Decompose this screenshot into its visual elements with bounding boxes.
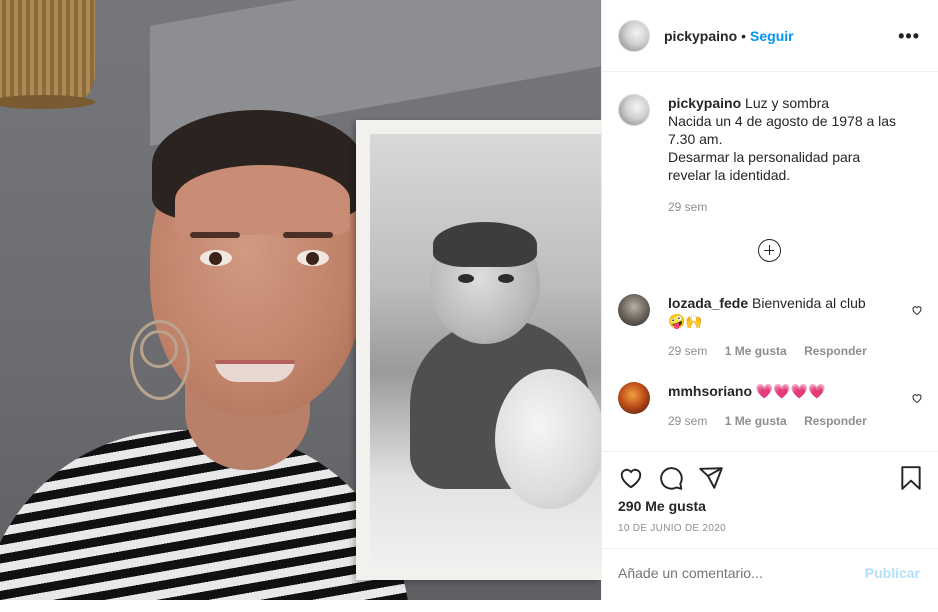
caption-username[interactable]: pickypaino xyxy=(668,95,741,111)
add-comment-row: Publicar xyxy=(602,548,938,598)
comment-body: mmhsoriano 💗💗💗💗 xyxy=(668,382,898,400)
more-options-icon[interactable]: ••• xyxy=(898,26,920,47)
photo-baby-right-eye xyxy=(498,274,514,283)
avatar[interactable] xyxy=(618,19,650,52)
comment-username[interactable]: lozada_fede xyxy=(668,295,748,311)
bookmark-icon[interactable] xyxy=(898,465,924,491)
comment-time[interactable]: 29 sem xyxy=(668,414,707,428)
photo-lamp xyxy=(0,0,95,105)
caption-time[interactable]: 29 sem xyxy=(668,200,707,214)
caption-line: Luz y sombra xyxy=(745,95,830,111)
caption-text: pickypaino Luz y sombra Nacida un 4 de a… xyxy=(668,94,918,184)
caption-avatar[interactable] xyxy=(618,94,650,126)
caption-line: 7.30 am. xyxy=(668,131,723,147)
comment-likes[interactable]: 1 Me gusta xyxy=(725,344,787,358)
comment-input[interactable] xyxy=(618,565,838,581)
comment-like-icon[interactable] xyxy=(911,304,923,316)
caption-line: revelar la identidad. xyxy=(668,167,791,183)
comment-icon[interactable] xyxy=(658,465,684,491)
photo-right-eye xyxy=(297,250,329,266)
photo-baby-left-eye xyxy=(458,274,474,283)
photo-left-eye xyxy=(200,250,232,266)
comment-avatar[interactable] xyxy=(618,382,650,414)
photo-forehead xyxy=(175,165,350,235)
separator-dot: • xyxy=(741,27,747,44)
follow-button[interactable]: Seguir xyxy=(750,28,794,44)
photo-earring-inner xyxy=(140,330,178,368)
post-actions: 290 Me gusta 10 DE JUNIO DE 2020 Publica… xyxy=(602,451,938,598)
comment-meta: 29 sem 1 Me gusta Responder xyxy=(668,344,881,358)
comment-emoji: 💗💗💗💗 xyxy=(755,383,826,399)
action-icons xyxy=(618,465,923,491)
heart-icon[interactable] xyxy=(618,465,644,491)
comment-body: lozada_fede Bienvenida al club 🤪🙌 xyxy=(668,294,898,330)
comment-avatar[interactable] xyxy=(618,294,650,326)
caption-line: Desarmar la personalidad para xyxy=(668,149,861,165)
post-frame: pickypaino • Seguir ••• pickypaino Luz y… xyxy=(0,0,938,600)
post-photo[interactable] xyxy=(0,0,601,600)
publish-button[interactable]: Publicar xyxy=(865,565,920,581)
photo-teddy-bear xyxy=(495,369,601,509)
comment-likes[interactable]: 1 Me gusta xyxy=(725,414,787,428)
post-side-panel: pickypaino • Seguir ••• pickypaino Luz y… xyxy=(601,0,938,600)
comment-item: mmhsoriano 💗💗💗💗 29 sem 1 Me gusta Respon… xyxy=(618,382,923,432)
comment-like-icon[interactable] xyxy=(911,392,923,404)
comment-username[interactable]: mmhsoriano xyxy=(668,383,752,399)
likes-count[interactable]: 290 Me gusta xyxy=(618,498,706,514)
comment-emoji: 🤪🙌 xyxy=(668,313,703,329)
add-comments-icon[interactable] xyxy=(758,239,781,262)
photo-baby-picture xyxy=(370,134,601,566)
comment-text: Bienvenida al club xyxy=(752,295,866,311)
photo-left-brow xyxy=(190,232,240,238)
photo-baby-hair xyxy=(433,222,537,267)
post-date[interactable]: 10 DE JUNIO DE 2020 xyxy=(618,523,726,534)
photo-smile xyxy=(215,360,295,382)
caption-line: Nacida un 4 de agosto de 1978 a las xyxy=(668,113,897,129)
comment-item: lozada_fede Bienvenida al club 🤪🙌 29 sem… xyxy=(618,294,923,364)
comment-meta: 29 sem 1 Me gusta Responder xyxy=(668,414,881,428)
post-header: pickypaino • Seguir ••• xyxy=(602,0,938,72)
share-icon[interactable] xyxy=(698,465,724,491)
photo-right-brow xyxy=(283,232,333,238)
header-username[interactable]: pickypaino xyxy=(664,28,737,44)
caption: pickypaino Luz y sombra Nacida un 4 de a… xyxy=(618,94,923,184)
reply-button[interactable]: Responder xyxy=(804,414,867,428)
comment-time[interactable]: 29 sem xyxy=(668,344,707,358)
photo-held-print xyxy=(356,120,601,580)
reply-button[interactable]: Responder xyxy=(804,344,867,358)
